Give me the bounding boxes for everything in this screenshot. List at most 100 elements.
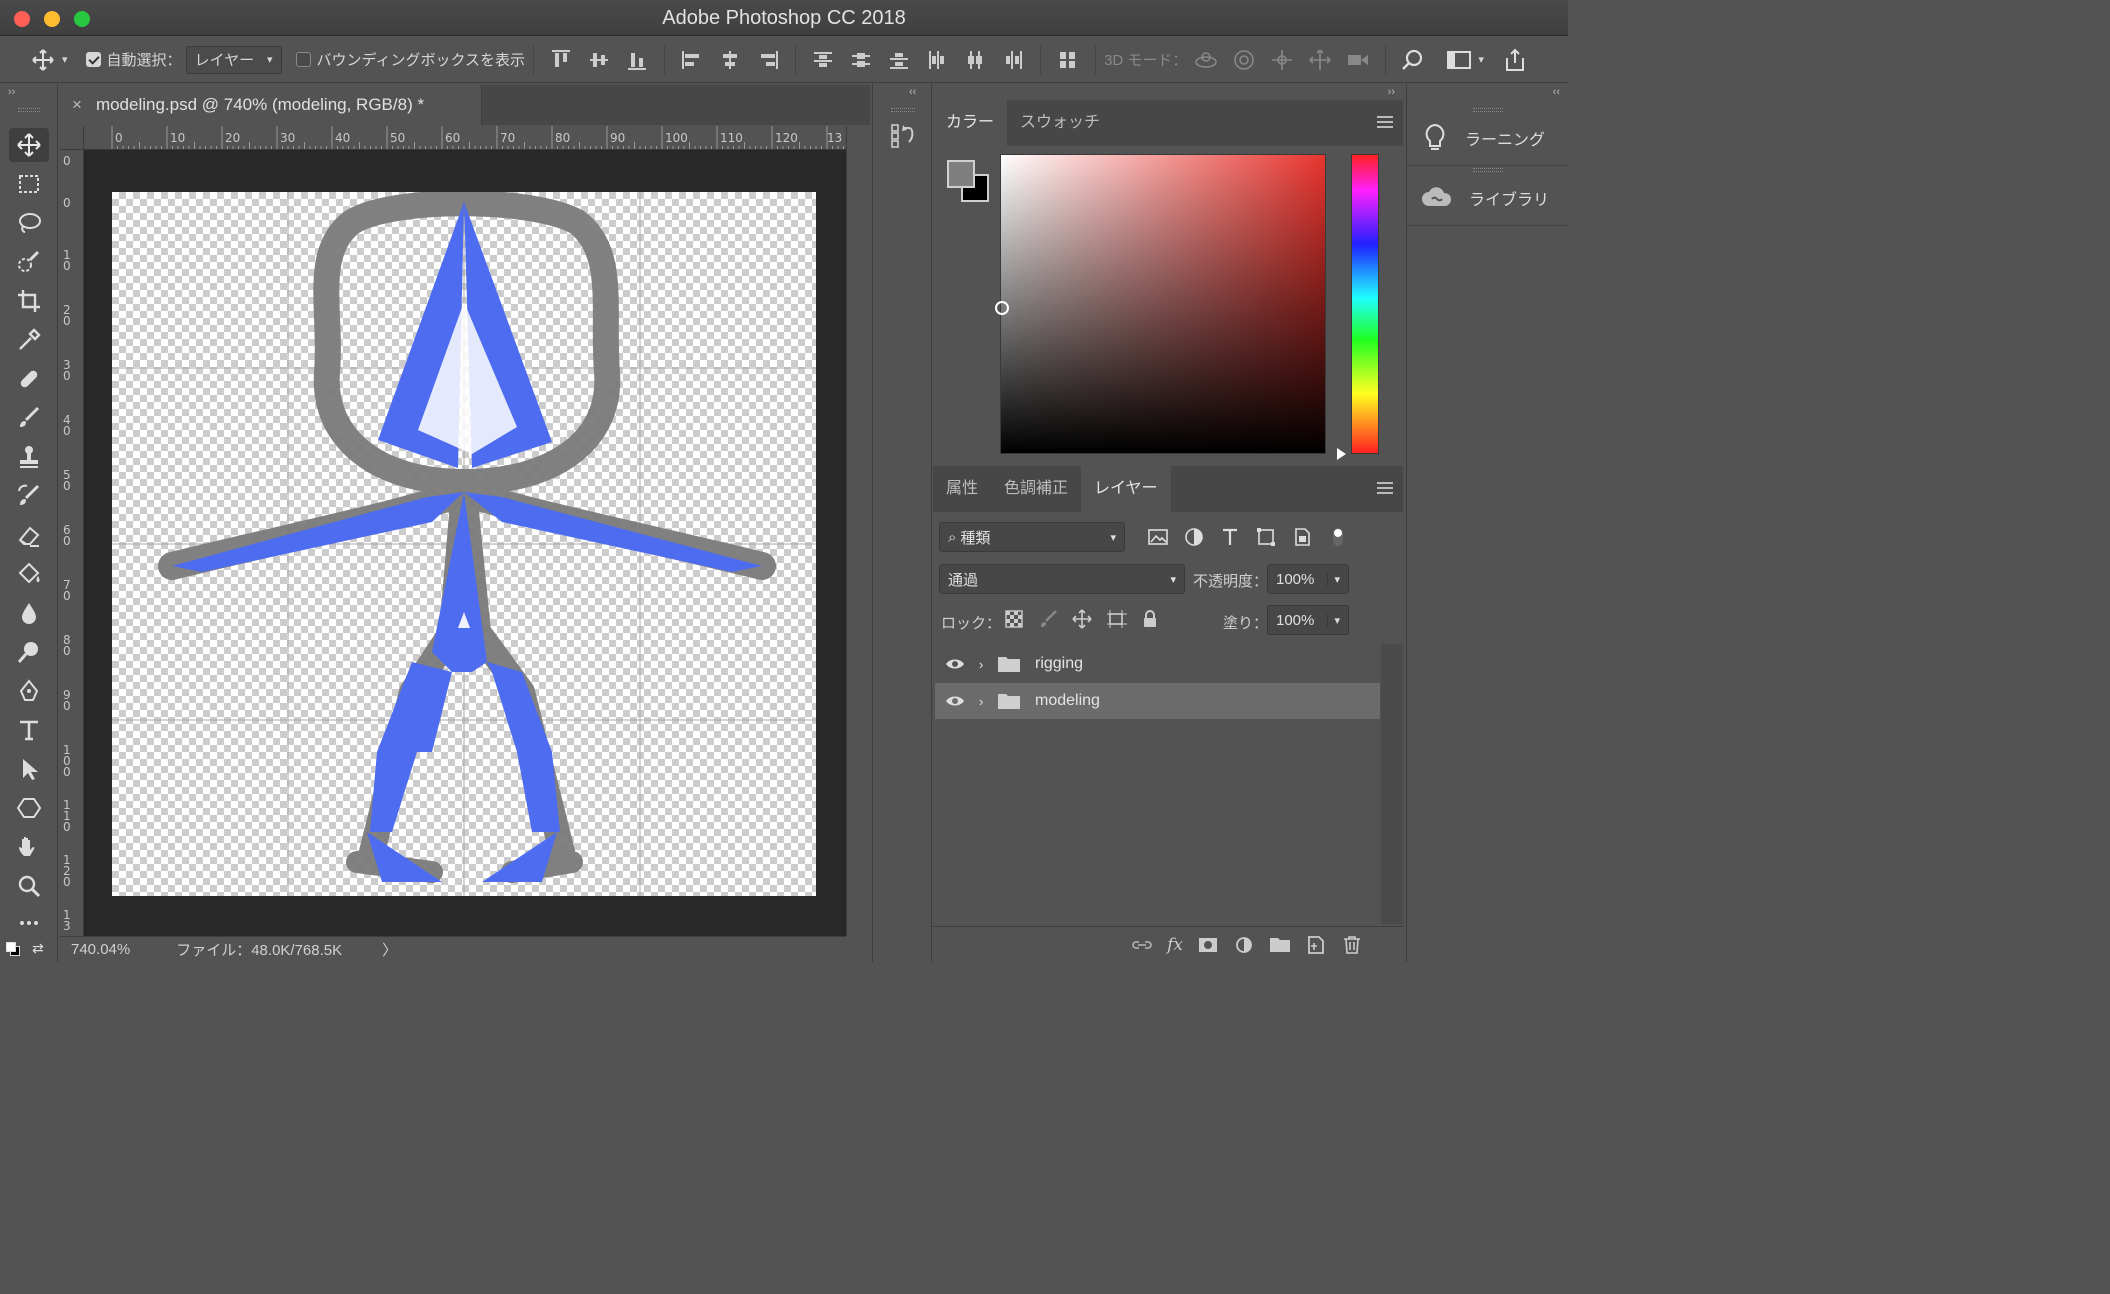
layer-row-modeling[interactable]: › modeling bbox=[935, 683, 1380, 719]
align-vcenter-icon[interactable] bbox=[586, 48, 612, 72]
group-expand-chevron-icon[interactable]: › bbox=[979, 657, 997, 672]
visibility-eye-icon[interactable] bbox=[935, 694, 975, 708]
align-bottom-icon[interactable] bbox=[624, 48, 650, 72]
move-tool[interactable] bbox=[9, 128, 49, 162]
dodge-tool[interactable] bbox=[9, 635, 49, 669]
marquee-tool[interactable] bbox=[9, 167, 49, 201]
eraser-tool[interactable] bbox=[9, 518, 49, 552]
minimize-window-button[interactable] bbox=[44, 11, 60, 27]
align-left-icon[interactable] bbox=[679, 48, 705, 72]
auto-select-checkbox[interactable]: 自動選択： bbox=[85, 49, 182, 70]
new-group-icon[interactable] bbox=[1269, 935, 1291, 955]
document-tab[interactable]: × modeling.psd @ 740% (modeling, RGB/8) … bbox=[60, 85, 482, 125]
distribute-top-icon[interactable] bbox=[810, 48, 836, 72]
status-menu-arrow-icon[interactable]: 〉 bbox=[382, 939, 397, 960]
collapse-right-panel-icon[interactable]: ‹‹ bbox=[1553, 86, 1560, 98]
link-layers-icon[interactable] bbox=[1131, 935, 1153, 955]
add-mask-icon[interactable] bbox=[1197, 935, 1219, 955]
lock-position-icon[interactable] bbox=[1071, 608, 1093, 630]
auto-select-target-dropdown[interactable]: レイヤー ▾ bbox=[185, 45, 282, 74]
tab-layers[interactable]: レイヤー bbox=[1081, 466, 1171, 512]
color-picker-field[interactable] bbox=[995, 154, 1326, 454]
swap-colors-icon[interactable]: ⇄ bbox=[32, 940, 44, 957]
3d-pan-icon[interactable] bbox=[1269, 48, 1295, 72]
brush-tool[interactable] bbox=[9, 401, 49, 435]
pixel-filter-icon[interactable] bbox=[1147, 526, 1169, 548]
group-expand-chevron-icon[interactable]: › bbox=[979, 694, 997, 709]
paint-bucket-tool[interactable] bbox=[9, 557, 49, 591]
color-picker-cursor[interactable] bbox=[995, 301, 1009, 315]
smart-object-filter-icon[interactable] bbox=[1291, 526, 1313, 548]
history-brush-tool[interactable] bbox=[9, 479, 49, 513]
collapse-dock-icon[interactable]: ›› bbox=[1388, 86, 1395, 98]
lock-pixels-icon[interactable] bbox=[1037, 608, 1059, 630]
tab-color[interactable]: カラー bbox=[933, 100, 1008, 146]
3d-orbit-icon[interactable] bbox=[1193, 48, 1219, 72]
distribute-hcenter-icon[interactable] bbox=[962, 48, 988, 72]
canvas-area[interactable] bbox=[84, 150, 846, 936]
hand-tool[interactable] bbox=[9, 830, 49, 864]
healing-brush-tool[interactable] bbox=[9, 362, 49, 396]
learn-panel-button[interactable]: ラーニング bbox=[1407, 110, 1569, 166]
fx-icon[interactable]: fx bbox=[1167, 935, 1183, 955]
blur-tool[interactable] bbox=[9, 596, 49, 630]
delete-layer-icon[interactable] bbox=[1341, 935, 1363, 955]
more-tools-icon[interactable] bbox=[9, 906, 49, 940]
eyedropper-tool[interactable] bbox=[9, 323, 49, 357]
blend-mode-dropdown[interactable]: 通過 ▾ bbox=[939, 564, 1185, 594]
quick-selection-tool[interactable] bbox=[9, 245, 49, 279]
hue-slider[interactable] bbox=[1351, 154, 1379, 454]
hue-slider-handle[interactable] bbox=[1337, 448, 1346, 460]
zoom-tool[interactable] bbox=[9, 869, 49, 903]
new-adjustment-icon[interactable] bbox=[1233, 935, 1255, 955]
workspace-chevron-icon[interactable]: ▾ bbox=[1478, 53, 1484, 66]
align-top-icon[interactable] bbox=[548, 48, 574, 72]
align-hcenter-icon[interactable] bbox=[717, 48, 743, 72]
pen-tool[interactable] bbox=[9, 674, 49, 708]
visibility-eye-icon[interactable] bbox=[935, 657, 975, 671]
distribute-bottom-icon[interactable] bbox=[886, 48, 912, 72]
search-icon[interactable] bbox=[1400, 48, 1426, 72]
share-icon[interactable] bbox=[1502, 48, 1528, 72]
lock-transparency-icon[interactable] bbox=[1003, 608, 1025, 630]
lasso-tool[interactable] bbox=[9, 206, 49, 240]
clone-stamp-tool[interactable] bbox=[9, 440, 49, 474]
close-document-icon[interactable]: × bbox=[72, 95, 82, 115]
tab-swatches[interactable]: スウォッチ bbox=[1007, 100, 1113, 146]
distribute-vcenter-icon[interactable] bbox=[848, 48, 874, 72]
tab-properties[interactable]: 属性 bbox=[933, 466, 991, 512]
foreground-color-swatch[interactable] bbox=[947, 160, 975, 188]
auto-align-icon[interactable] bbox=[1055, 48, 1081, 72]
fill-chevron-icon[interactable]: ▾ bbox=[1327, 613, 1340, 627]
tab-adjustments[interactable]: 色調補正 bbox=[991, 466, 1081, 512]
history-panel-icon[interactable] bbox=[889, 122, 917, 150]
expand-panel-icon[interactable]: ›› bbox=[8, 86, 15, 98]
libraries-panel-button[interactable]: ライブラリ bbox=[1407, 170, 1569, 226]
layers-scrollbar[interactable] bbox=[1381, 644, 1403, 924]
opacity-input[interactable]: 100% ▾ bbox=[1267, 564, 1349, 594]
new-layer-icon[interactable] bbox=[1305, 935, 1327, 955]
shape-tool[interactable] bbox=[9, 791, 49, 825]
type-tool[interactable] bbox=[9, 713, 49, 747]
document-canvas[interactable] bbox=[112, 192, 816, 896]
3d-scale-icon[interactable] bbox=[1345, 48, 1371, 72]
vertical-scrollbar[interactable] bbox=[846, 126, 870, 936]
shape-filter-icon[interactable] bbox=[1255, 526, 1277, 548]
type-filter-icon[interactable] bbox=[1219, 526, 1241, 548]
path-selection-tool[interactable] bbox=[9, 752, 49, 786]
move-tool-icon[interactable] bbox=[30, 48, 56, 72]
zoom-level[interactable]: 740.04% bbox=[71, 941, 130, 958]
color-panel-menu-icon[interactable] bbox=[1377, 116, 1393, 128]
maximize-window-button[interactable] bbox=[74, 11, 90, 27]
lock-artboard-icon[interactable] bbox=[1105, 608, 1127, 630]
distribute-left-icon[interactable] bbox=[924, 48, 950, 72]
color-swatches-mini-icon[interactable] bbox=[6, 942, 20, 956]
crop-tool[interactable] bbox=[9, 284, 49, 318]
lock-all-icon[interactable] bbox=[1139, 608, 1161, 630]
layer-filter-dropdown[interactable]: ⌕ 種類 ▾ bbox=[939, 522, 1125, 552]
bounding-box-checkbox[interactable]: バウンディングボックスを表示 bbox=[295, 49, 525, 70]
opacity-chevron-icon[interactable]: ▾ bbox=[1327, 572, 1340, 586]
layer-row-rigging[interactable]: › rigging bbox=[935, 646, 1380, 682]
align-right-icon[interactable] bbox=[755, 48, 781, 72]
fill-input[interactable]: 100% ▾ bbox=[1267, 605, 1349, 635]
